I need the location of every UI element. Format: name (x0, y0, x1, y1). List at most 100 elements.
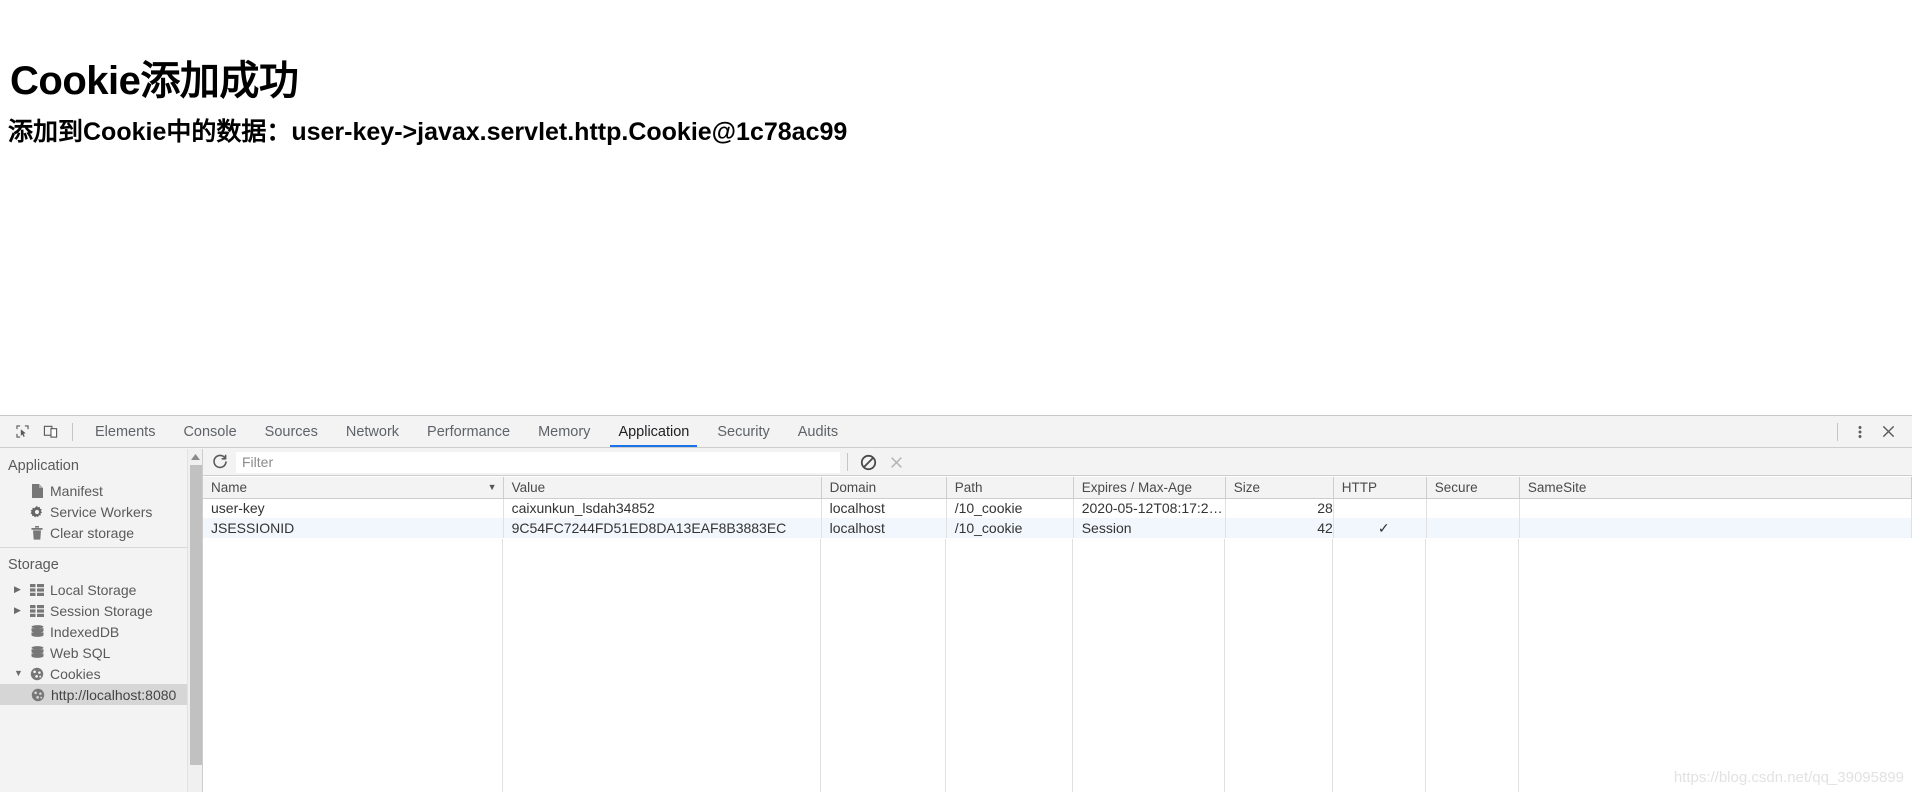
sidebar-item-manifest[interactable]: Manifest (0, 480, 202, 501)
inspect-element-icon[interactable] (8, 419, 36, 445)
sidebar-item-cookies[interactable]: ▼ Cookies (0, 663, 202, 684)
watermark-text: https://blog.csdn.net/qq_39095899 (1673, 769, 1904, 786)
page-subtitle: 添加到Cookie中的数据：user-key->javax.servlet.ht… (8, 118, 848, 146)
chevron-right-icon[interactable]: ▶ (14, 600, 27, 621)
devtools-body: Application Manifest Service Workers Cle… (0, 449, 1912, 792)
sidebar-item-label: Session Storage (50, 602, 153, 619)
column-header-http[interactable]: HTTP (1333, 477, 1427, 499)
tab-label: Elements (95, 423, 156, 440)
sidebar-item-web-sql[interactable]: Web SQL (0, 642, 202, 663)
table-empty-area (203, 539, 1912, 792)
tab-application[interactable]: Application (604, 416, 703, 447)
sidebar-item-label: Local Storage (50, 581, 137, 598)
cell-http[interactable]: ✓ (1333, 518, 1427, 538)
cell-domain[interactable]: localhost (821, 498, 947, 518)
delete-selected-cookie-icon[interactable] (882, 450, 910, 474)
sidebar-item-cookie-origin[interactable]: http://localhost:8080 (0, 684, 202, 705)
cell-expires[interactable]: 2020-05-12T08:17:20.37… (1073, 498, 1226, 518)
devtools-tabbar-right (1829, 419, 1912, 445)
tab-label: Audits (797, 423, 839, 440)
cell-samesite[interactable] (1519, 518, 1912, 538)
column-label: Secure (1434, 479, 1478, 495)
cell-size[interactable]: 42 (1225, 518, 1334, 538)
cell-domain[interactable]: localhost (821, 518, 947, 538)
tab-label: Network (345, 423, 400, 440)
cookie-icon (28, 688, 48, 702)
sidebar-scrollbar-thumb[interactable] (190, 465, 202, 765)
database-icon (27, 624, 47, 639)
clear-all-cookies-icon[interactable] (854, 450, 882, 474)
sidebar-item-indexeddb[interactable]: IndexedDB (0, 621, 202, 642)
devtools-tabbar: Elements Console Sources Network Perform… (0, 416, 1912, 448)
tab-network[interactable]: Network (332, 416, 413, 447)
tab-audits[interactable]: Audits (784, 416, 852, 447)
filter-input[interactable] (236, 451, 840, 473)
refresh-icon[interactable] (207, 450, 233, 474)
column-header-expires[interactable]: Expires / Max-Age (1073, 477, 1226, 499)
tab-security[interactable]: Security (703, 416, 783, 447)
page-title: Cookie添加成功 (10, 58, 299, 103)
sidebar-section-application-title: Application (8, 458, 79, 474)
tab-label: Application (618, 423, 690, 440)
sidebar-item-local-storage[interactable]: ▶ Local Storage (0, 579, 202, 600)
close-devtools-icon[interactable] (1874, 419, 1902, 445)
tab-performance[interactable]: Performance (413, 416, 524, 447)
column-header-name[interactable]: Name ▼ (203, 477, 504, 499)
database-icon (27, 645, 47, 660)
cell-name[interactable]: user-key (203, 498, 504, 518)
document-icon (27, 483, 47, 498)
cookies-table-container: Name ▼ Value Domain Path Expires / Max-A… (203, 477, 1912, 792)
chevron-down-icon[interactable]: ▼ (14, 663, 27, 684)
column-label: Name (211, 479, 248, 495)
table-row[interactable]: user-key caixunkun_lsdah34852 localhost … (203, 498, 1912, 518)
cell-secure[interactable] (1426, 498, 1520, 518)
cell-http[interactable] (1333, 498, 1427, 518)
sidebar-scrollbar[interactable] (187, 449, 202, 792)
devtools-panel: Elements Console Sources Network Perform… (0, 415, 1912, 792)
table-row[interactable]: JSESSIONID 9C54FC7244FD51ED8DA13EAF8B388… (203, 518, 1912, 538)
cell-samesite[interactable] (1519, 498, 1912, 518)
column-header-value[interactable]: Value (503, 477, 822, 499)
tab-console[interactable]: Console (169, 416, 250, 447)
cookies-table: Name ▼ Value Domain Path Expires / Max-A… (203, 477, 1912, 538)
tab-label: Performance (427, 423, 511, 440)
gear-icon (27, 505, 47, 519)
cell-name[interactable]: JSESSIONID (203, 518, 504, 538)
cell-path[interactable]: /10_cookie (946, 518, 1074, 538)
cell-secure[interactable] (1426, 518, 1520, 538)
toolbar-divider (72, 422, 73, 441)
application-sidebar: Application Manifest Service Workers Cle… (0, 449, 203, 792)
sort-descending-icon: ▼ (487, 482, 497, 493)
column-label: HTTP (1341, 479, 1378, 495)
sidebar-item-service-workers[interactable]: Service Workers (0, 501, 202, 522)
tab-sources[interactable]: Sources (251, 416, 332, 447)
sidebar-item-clear-storage[interactable]: Clear storage (0, 522, 202, 543)
column-label: SameSite (1527, 479, 1587, 495)
cell-path[interactable]: /10_cookie (946, 498, 1074, 518)
cell-expires[interactable]: Session (1073, 518, 1226, 538)
chevron-right-icon[interactable]: ▶ (14, 579, 27, 600)
column-header-samesite[interactable]: SameSite (1519, 477, 1912, 499)
device-toolbar-icon[interactable] (36, 419, 64, 445)
sidebar-item-label: Clear storage (50, 524, 135, 541)
sidebar-item-label: Service Workers (50, 503, 153, 520)
tab-label: Console (183, 423, 237, 440)
cell-value[interactable]: 9C54FC7244FD51ED8DA13EAF8B3883EC (503, 518, 822, 538)
sidebar-item-label: IndexedDB (50, 623, 120, 640)
tab-elements[interactable]: Elements (81, 416, 169, 447)
cookies-panel: Name ▼ Value Domain Path Expires / Max-A… (203, 449, 1912, 792)
scroll-up-arrow-icon[interactable] (188, 449, 202, 464)
more-options-icon[interactable] (1846, 419, 1874, 445)
column-header-path[interactable]: Path (946, 477, 1074, 499)
filterbar-divider (847, 453, 848, 471)
column-label: Size (1233, 479, 1261, 495)
column-header-secure[interactable]: Secure (1426, 477, 1520, 499)
column-label: Value (511, 479, 546, 495)
column-header-domain[interactable]: Domain (821, 477, 947, 499)
tab-memory[interactable]: Memory (524, 416, 604, 447)
sidebar-item-session-storage[interactable]: ▶ Session Storage (0, 600, 202, 621)
column-header-size[interactable]: Size (1225, 477, 1334, 499)
cell-value[interactable]: caixunkun_lsdah34852 (503, 498, 822, 518)
table-icon (27, 583, 47, 596)
cell-size[interactable]: 28 (1225, 498, 1334, 518)
